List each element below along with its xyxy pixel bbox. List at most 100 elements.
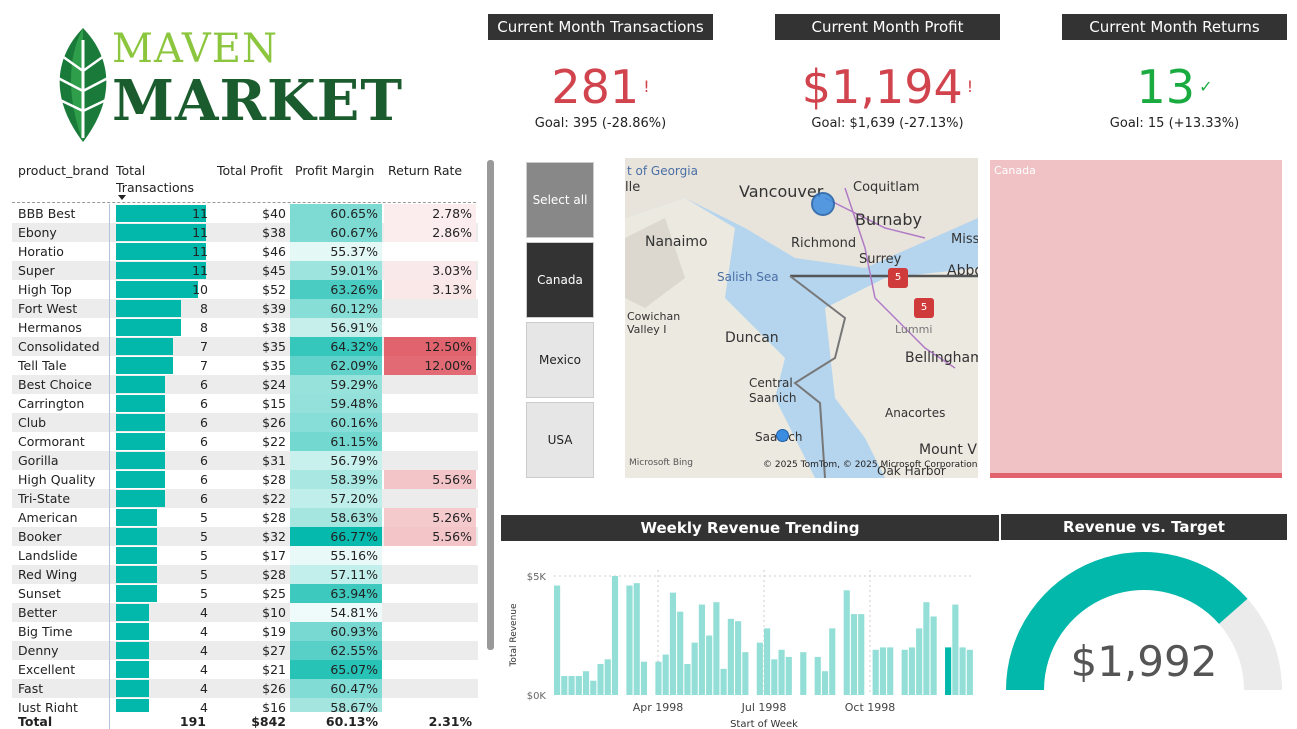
- table-row[interactable]: Cormorant 6 $22 61.15%: [12, 432, 478, 451]
- cell-transactions: 10: [116, 280, 208, 299]
- cell-transactions: 6: [116, 470, 208, 489]
- cell-return-rate: 2.86%: [384, 223, 476, 242]
- table-row[interactable]: High Quality 6 $28 58.39% 5.56%: [12, 470, 478, 489]
- cell-brand: Hermanos: [18, 320, 82, 335]
- table-row[interactable]: Consolidated 7 $35 64.32% 12.50%: [12, 337, 478, 356]
- total-transactions: 191: [179, 714, 206, 729]
- col-header-return-rate[interactable]: Return Rate: [388, 162, 462, 179]
- country-treemap[interactable]: Canada: [990, 160, 1282, 478]
- cell-profit: $46: [262, 244, 286, 259]
- revenue-bar: [561, 675, 568, 695]
- cell-return-rate: 5.56%: [384, 470, 476, 489]
- column-divider: [109, 204, 110, 729]
- cell-margin: 66.77%: [290, 527, 382, 546]
- table-row[interactable]: Super 11 $45 59.01% 3.03%: [12, 261, 478, 280]
- table-row[interactable]: American 5 $28 58.63% 5.26%: [12, 508, 478, 527]
- table-row[interactable]: Just Right 4 $16 58.67%: [12, 698, 478, 712]
- kpi-transactions: Current Month Transactions 281! Goal: 39…: [488, 14, 713, 131]
- sort-desc-icon[interactable]: [118, 195, 126, 200]
- table-row[interactable]: Excellent 4 $21 65.07%: [12, 660, 478, 679]
- y-tick-label: $0K: [527, 691, 547, 702]
- table-scrollbar[interactable]: [487, 160, 494, 650]
- table-row[interactable]: Sunset 5 $25 63.94%: [12, 584, 478, 603]
- table-row[interactable]: Ebony 11 $38 60.67% 2.86%: [12, 223, 478, 242]
- slicer-mexico[interactable]: Mexico: [526, 322, 594, 398]
- revenue-bar: [756, 642, 763, 695]
- cell-transactions: 11: [116, 261, 208, 280]
- revenue-bar: [908, 647, 915, 695]
- table-row[interactable]: Hermanos 8 $38 56.91%: [12, 318, 478, 337]
- cell-brand: Better: [18, 605, 57, 620]
- store-map[interactable]: t of Georgia lle Vancouver Coquitlam Bur…: [625, 158, 978, 478]
- dashboard: MAVEN MARKET Current Month Transactions …: [0, 0, 1297, 729]
- slicer-canada[interactable]: Canada: [526, 242, 594, 318]
- table-row[interactable]: Club 6 $26 60.16%: [12, 413, 478, 432]
- transactions-value: 5: [200, 586, 208, 601]
- bing-logo: Microsoft Bing: [629, 458, 693, 468]
- cell-profit: $38: [262, 225, 286, 240]
- transactions-value: 10: [192, 282, 208, 297]
- map-bubble-saanich[interactable]: [776, 429, 789, 442]
- map-bubble-vancouver[interactable]: [811, 192, 835, 216]
- transactions-value: 4: [200, 681, 208, 696]
- cell-transactions: 4: [116, 603, 208, 622]
- cell-brand: BBB Best: [18, 206, 76, 221]
- transactions-bar: [116, 300, 182, 317]
- cell-brand: Club: [18, 415, 47, 430]
- table-row[interactable]: Fast 4 $26 60.47%: [12, 679, 478, 698]
- cell-margin: 58.39%: [290, 470, 382, 489]
- revenue-bar: [691, 642, 698, 695]
- table-row[interactable]: Tri-State 6 $22 57.20%: [12, 489, 478, 508]
- map-label-surrey: Surrey: [859, 252, 902, 267]
- table-row[interactable]: Landslide 5 $17 55.16%: [12, 546, 478, 565]
- cell-brand: Cormorant: [18, 434, 85, 449]
- total-label: Total: [18, 714, 53, 729]
- table-row[interactable]: Red Wing 5 $28 57.11%: [12, 565, 478, 584]
- table-row[interactable]: High Top 10 $52 63.26% 3.13%: [12, 280, 478, 299]
- table-row[interactable]: Better 4 $10 54.81%: [12, 603, 478, 622]
- cell-margin: 59.01%: [290, 261, 382, 280]
- revenue-bar: [611, 576, 619, 695]
- transactions-bar: [116, 395, 166, 412]
- map-label-strait: t of Georgia: [627, 164, 698, 178]
- table-row[interactable]: Tell Tale 7 $35 62.09% 12.00%: [12, 356, 478, 375]
- revenue-bar: [916, 628, 923, 695]
- cell-return-rate: [384, 489, 476, 508]
- cell-return-rate: [384, 622, 476, 641]
- col-header-profit[interactable]: Total Profit: [217, 162, 283, 179]
- cell-brand: Fort West: [18, 301, 78, 316]
- transactions-value: 5: [200, 510, 208, 525]
- table-row[interactable]: Fort West 8 $39 60.12%: [12, 299, 478, 318]
- table-row[interactable]: Denny 4 $27 62.55%: [12, 641, 478, 660]
- col-header-margin[interactable]: Profit Margin: [295, 162, 374, 179]
- table-row[interactable]: BBB Best 11 $40 60.65% 2.78%: [12, 204, 478, 223]
- cell-brand: High Quality: [18, 472, 96, 487]
- cell-brand: Super: [18, 263, 55, 278]
- cell-transactions: 6: [116, 451, 208, 470]
- col-header-transactions[interactable]: Total Transactions: [116, 162, 200, 196]
- kpi-value: 281!: [488, 60, 713, 114]
- cell-brand: Gorilla: [18, 453, 59, 468]
- cell-margin: 58.67%: [290, 698, 382, 712]
- table-row[interactable]: Carrington 6 $15 59.48%: [12, 394, 478, 413]
- revenue-bar: [814, 656, 821, 695]
- table-row[interactable]: Booker 5 $32 66.77% 5.56%: [12, 527, 478, 546]
- table-row[interactable]: Best Choice 6 $24 59.29%: [12, 375, 478, 394]
- cell-brand: Big Time: [18, 624, 73, 639]
- revenue-bar: [626, 585, 633, 695]
- logo-text-maven: MAVEN: [112, 26, 278, 72]
- table-total-row: Total 191 $842 60.13% 2.31%: [12, 712, 478, 729]
- cell-return-rate: 12.00%: [384, 356, 476, 375]
- table-row[interactable]: Big Time 4 $19 60.93%: [12, 622, 478, 641]
- col-header-brand[interactable]: product_brand: [18, 162, 109, 179]
- revenue-bar: [872, 649, 879, 695]
- revenue-bar: [684, 664, 691, 695]
- cell-margin: 58.63%: [290, 508, 382, 527]
- map-label-central-saanich: Central Saanich: [749, 376, 797, 405]
- x-axis-title: Start of Week: [730, 719, 798, 729]
- revenue-bar: [858, 614, 865, 695]
- table-row[interactable]: Horatio 11 $46 55.37%: [12, 242, 478, 261]
- slicer-select-all[interactable]: Select all: [526, 162, 594, 238]
- table-row[interactable]: Gorilla 6 $31 56.79%: [12, 451, 478, 470]
- slicer-usa[interactable]: USA: [526, 402, 594, 478]
